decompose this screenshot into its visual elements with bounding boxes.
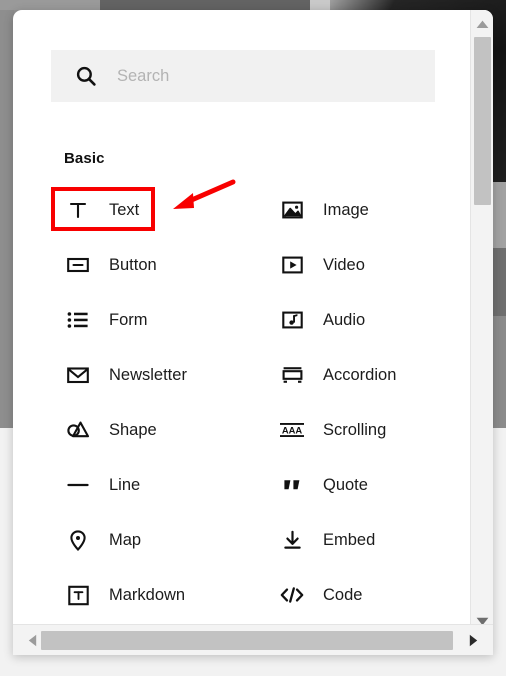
element-item-label: Form	[109, 310, 148, 329]
svg-text:AAA: AAA	[282, 425, 303, 436]
section-heading-basic: Basic	[64, 150, 105, 167]
element-item-quote[interactable]: Quote	[269, 463, 459, 507]
element-item-label: Text	[109, 200, 140, 219]
scroll-up-arrow[interactable]	[471, 13, 493, 35]
search-icon	[75, 65, 97, 87]
scroll-right-arrow[interactable]	[462, 629, 484, 651]
element-item-label: Video	[323, 255, 365, 274]
element-item-text[interactable]: Text	[55, 188, 245, 232]
element-item-label: Map	[109, 530, 142, 549]
search-field-wrapper[interactable]	[51, 50, 435, 102]
scrolling-text-icon: AAA	[278, 416, 306, 444]
accordion-icon	[278, 361, 306, 389]
download-icon	[278, 526, 306, 554]
backdrop-top-bar	[100, 0, 310, 10]
element-item-label: Markdown	[109, 585, 186, 604]
form-icon	[64, 306, 92, 334]
image-icon	[278, 196, 306, 224]
backdrop-top-bar-light	[310, 0, 330, 10]
scroll-left-arrow[interactable]	[21, 629, 43, 651]
element-item-label: Newsletter	[109, 365, 187, 384]
element-item-label: Accordion	[323, 365, 397, 384]
element-item-label: Line	[109, 475, 141, 494]
element-item-scrolling[interactable]: AAA Scrolling	[269, 408, 459, 452]
backdrop-top-strip	[0, 0, 100, 10]
element-item-label: Code	[323, 585, 363, 604]
element-item-label: Quote	[323, 475, 368, 494]
element-item-image[interactable]: Image	[269, 188, 459, 232]
element-item-embed[interactable]: Embed	[269, 518, 459, 562]
map-pin-icon	[64, 526, 92, 554]
element-item-line[interactable]: Line	[55, 463, 245, 507]
backdrop-left-gutter	[0, 10, 14, 428]
text-icon	[64, 196, 92, 224]
horizontal-scrollbar[interactable]	[13, 624, 493, 655]
element-item-markdown[interactable]: Markdown	[55, 573, 245, 617]
element-item-accordion[interactable]: Accordion	[269, 353, 459, 397]
element-item-label: Button	[109, 255, 157, 274]
audio-icon	[278, 306, 306, 334]
element-item-video[interactable]: Video	[269, 243, 459, 287]
search-input[interactable]	[117, 66, 407, 86]
video-icon	[278, 251, 306, 279]
envelope-icon	[64, 361, 92, 389]
element-item-button[interactable]: Button	[55, 243, 245, 287]
element-item-audio[interactable]: Audio	[269, 298, 459, 342]
vertical-scrollbar[interactable]	[470, 10, 493, 655]
element-item-form[interactable]: Form	[55, 298, 245, 342]
vertical-scrollbar-thumb[interactable]	[474, 37, 491, 205]
line-icon	[64, 471, 92, 499]
panel-scroll-content: Basic Text Button Form	[13, 10, 470, 624]
button-icon	[64, 251, 92, 279]
element-item-shape[interactable]: Shape	[55, 408, 245, 452]
element-item-label: Image	[323, 200, 369, 219]
element-item-label: Scrolling	[323, 420, 387, 439]
element-item-label: Audio	[323, 310, 366, 329]
shape-icon	[64, 416, 92, 444]
element-item-map[interactable]: Map	[55, 518, 245, 562]
element-item-label: Shape	[109, 420, 157, 439]
quote-icon	[278, 471, 306, 499]
element-item-label: Embed	[323, 530, 376, 549]
element-item-code[interactable]: Code	[269, 573, 459, 617]
markdown-icon	[64, 581, 92, 609]
insert-element-panel: Basic Text Button Form	[13, 10, 493, 655]
horizontal-scrollbar-thumb[interactable]	[41, 631, 453, 650]
code-icon	[278, 581, 306, 609]
element-item-newsletter[interactable]: Newsletter	[55, 353, 245, 397]
